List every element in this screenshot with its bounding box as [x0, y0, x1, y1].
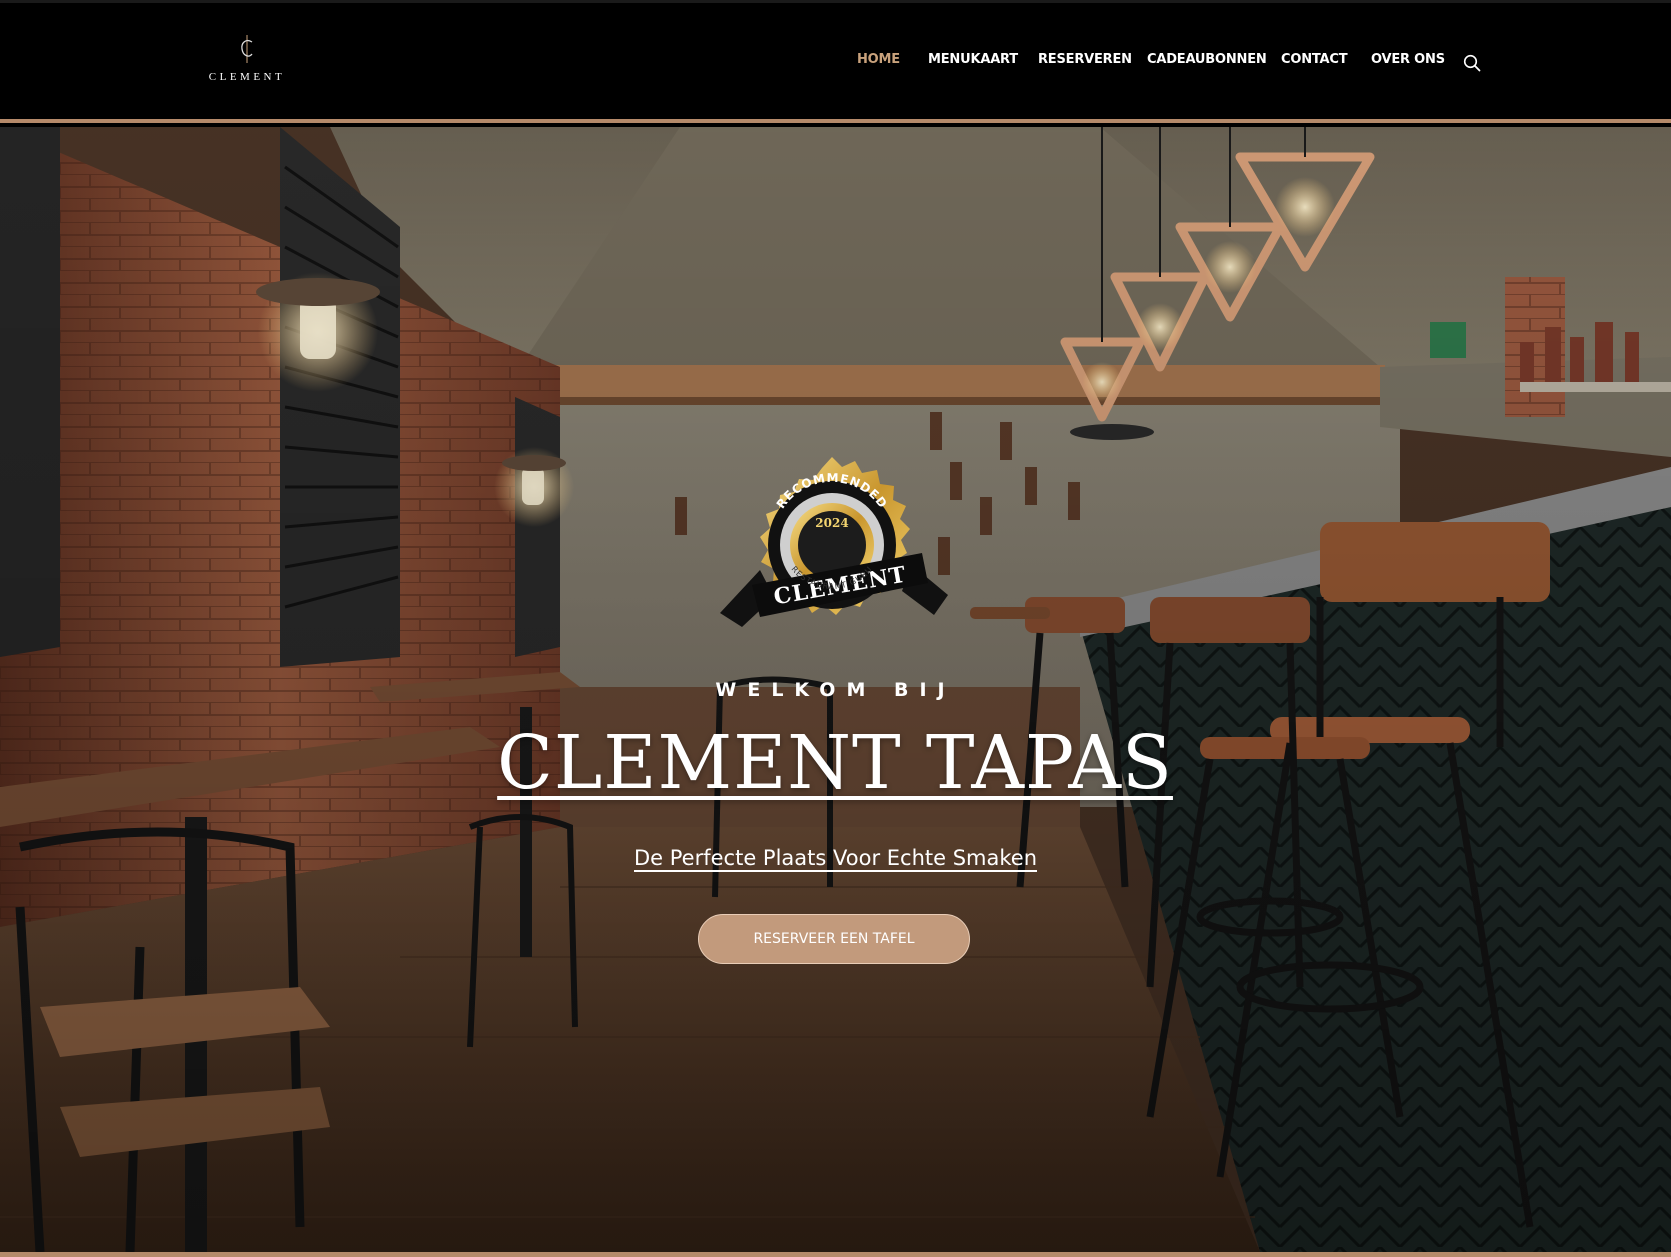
restaurant-guru-badge: RECOMMENDED 2024 CLEMENT RESTAURANT GURU	[720, 457, 948, 627]
nav-item-home[interactable]: HOME	[857, 52, 900, 67]
hero-bottom-border	[0, 1252, 1671, 1257]
nav-item-over-ons[interactable]: OVER ONS	[1371, 52, 1445, 67]
logo-wordmark: CLEMENT	[208, 71, 286, 83]
hero-section: RECOMMENDED 2024 CLEMENT RESTAURANT GURU…	[0, 127, 1671, 1252]
reserve-table-button[interactable]: RESERVEER EEN TAFEL	[698, 914, 970, 964]
header-top-line	[0, 0, 1671, 3]
hero-subtitle-link[interactable]: De Perfecte Plaats Voor Echte Smaken	[634, 846, 1037, 870]
hero-title-link[interactable]: CLEMENT TAPAS	[498, 720, 1174, 806]
hero-title-wrapper: CLEMENT TAPAS	[0, 720, 1671, 806]
search-icon[interactable]	[1463, 54, 1481, 72]
site-header: CLEMENT HOME MENUKAART RESERVEREN CADEAU…	[0, 0, 1671, 123]
nav-item-menukaart[interactable]: MENUKAART	[928, 52, 1018, 67]
nav-item-cadeaubonnen[interactable]: CADEAUBONNEN	[1147, 52, 1267, 67]
badge-year: 2024	[815, 516, 848, 530]
logo-monogram-icon	[241, 35, 253, 63]
hero-subtitle-wrapper: De Perfecte Plaats Voor Echte Smaken	[0, 846, 1671, 870]
brand-logo[interactable]: CLEMENT	[205, 34, 289, 86]
nav-item-contact[interactable]: CONTACT	[1281, 52, 1348, 67]
nav-item-reserveren[interactable]: RESERVEREN	[1038, 52, 1132, 67]
hero-welcome-text: WELKOM BIJ	[715, 679, 956, 701]
